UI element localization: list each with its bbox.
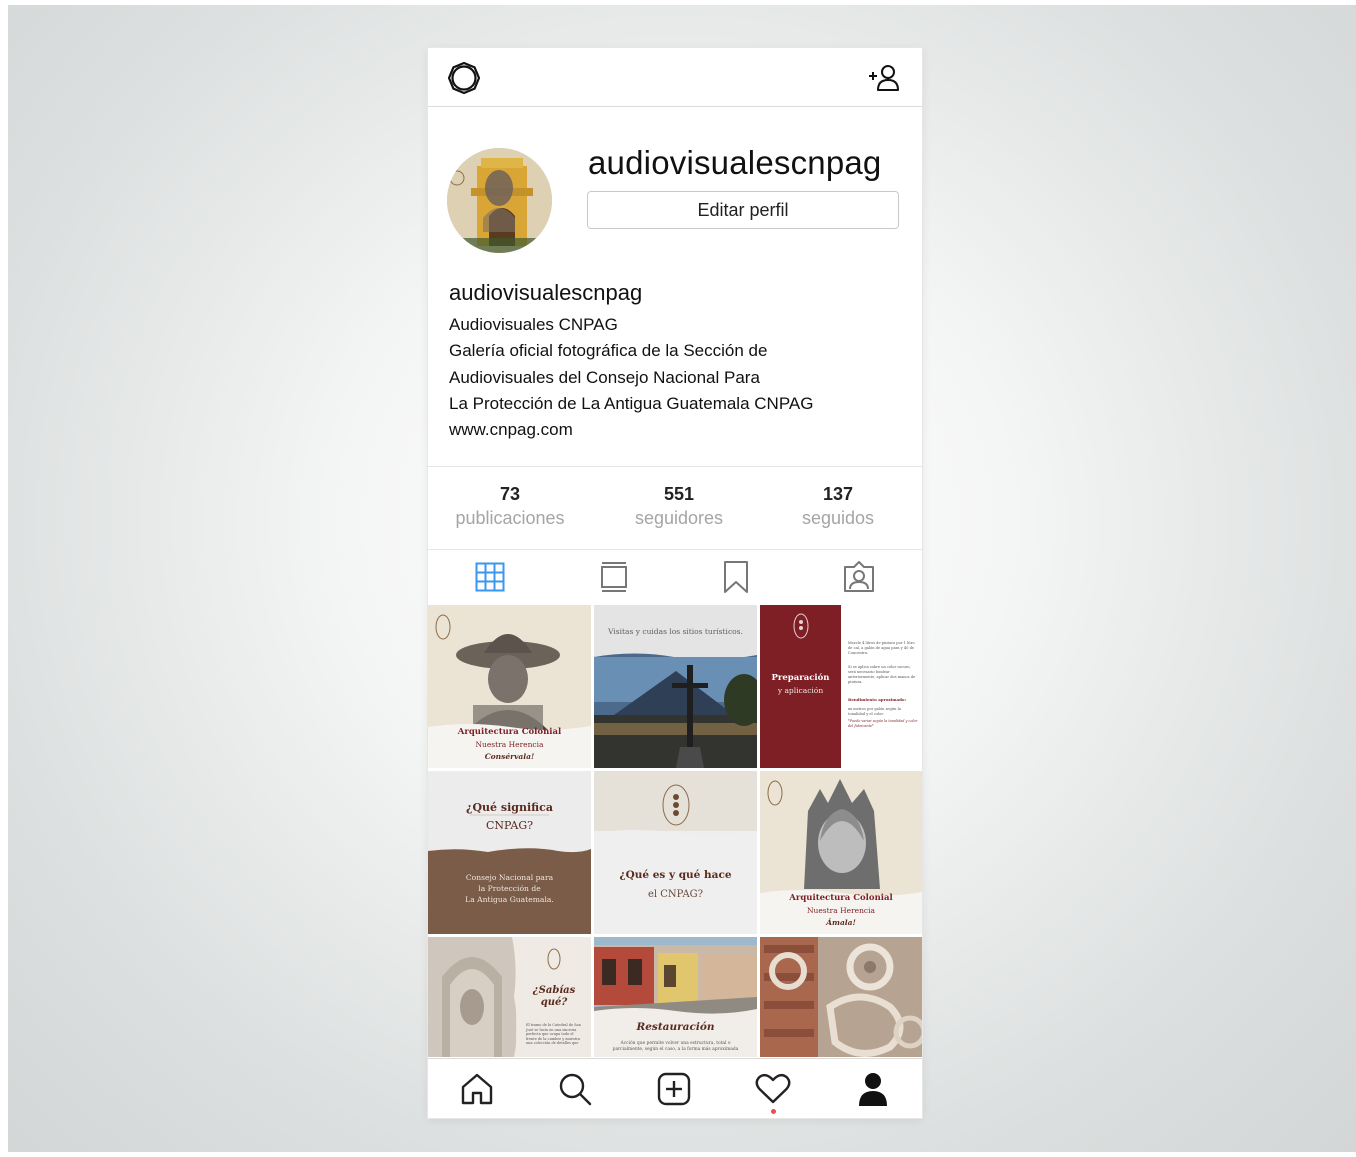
post-body-line: Consejo Nacional para	[465, 873, 554, 882]
post-title: ¿Qué es y qué hace	[619, 869, 732, 881]
saved-icon[interactable]	[718, 559, 754, 595]
stat-following-count: 137	[822, 484, 854, 504]
phone-screen: audiovisualescnpag Editar perfil audiovi…	[428, 48, 922, 1118]
post-body: Consejo Nacional para la Protección de L…	[428, 872, 591, 905]
post-thumbnail[interactable]: Arquitectura Colonial Nuestra Herencia Á…	[760, 771, 922, 934]
bio-link[interactable]: www.cnpag.com	[449, 417, 813, 443]
post-body-line: la Protección de	[478, 884, 541, 893]
stat-following-label: seguidos	[801, 508, 875, 528]
post-thumbnail[interactable]: Preparación y aplicación Mezcle 4 litros…	[760, 605, 922, 768]
post-title: Arquitectura Colonial	[789, 893, 893, 903]
profile-icon[interactable]	[854, 1071, 892, 1107]
post-title: ¿Qué significa	[466, 801, 553, 814]
bio-line: La Protección de La Antigua Guatemala CN…	[449, 393, 814, 413]
post-title: Arquitectura Colonial	[457, 727, 562, 737]
home-icon[interactable]	[458, 1071, 496, 1107]
post-thumbnail[interactable]: Visitas y cuidas los sitios turísticos.	[594, 605, 757, 768]
post-yield-text: xx metros por galón según la tonalidad y…	[848, 707, 901, 716]
stat-following[interactable]: 137 seguidos	[778, 483, 898, 531]
post-bullet: Mezcle 4 litros de pintura por 1 litro d…	[848, 641, 915, 655]
post-bullet: Si se aplica sobre un color oscuro, será…	[848, 665, 916, 684]
bottom-nav	[428, 1058, 922, 1118]
bio-name: audiovisualescnpag	[449, 280, 643, 305]
post-title: Restauración	[636, 1021, 715, 1033]
post-tag: Ámala!	[826, 918, 856, 927]
post-subtitle: Nuestra Herencia	[475, 740, 544, 749]
post-subtitle: Nuestra Herencia	[806, 906, 876, 915]
post-note: *Puede variar según la tonalidad y color…	[848, 719, 918, 728]
bio-line: Audiovisuales del Consejo Nacional Para	[449, 367, 760, 387]
stat-followers-count: 551	[663, 484, 695, 504]
bio-line: Galería oficial fotográfica de la Secció…	[449, 341, 768, 361]
stats-row: 73 publicaciones 551 seguidores 137 segu…	[428, 466, 922, 550]
post-body: El tramo de la Catedral de San José se l…	[526, 1023, 581, 1046]
post-thumbnail[interactable]	[760, 937, 922, 1057]
profile-username: audiovisualescnpag	[588, 144, 882, 181]
grid-icon[interactable]	[472, 559, 508, 595]
add-user-icon[interactable]	[864, 62, 904, 94]
post-yield-title: Rendimiento aproximado:	[848, 697, 907, 702]
edit-profile-button[interactable]: Editar perfil	[587, 191, 899, 229]
post-body-line: La Antigua Guatemala.	[465, 895, 554, 904]
top-bar	[428, 48, 922, 107]
post-thumbnail[interactable]: ¿Qué significa CNPAG? Consejo Nacional p…	[428, 771, 591, 934]
post-subtitle: CNPAG?	[485, 819, 534, 832]
search-icon[interactable]	[556, 1071, 594, 1107]
feed-icon[interactable]	[596, 559, 632, 595]
settings-icon[interactable]	[446, 60, 482, 96]
post-thumbnail[interactable]: Arquitectura Colonial Nuestra Herencia C…	[428, 605, 591, 768]
post-thumbnail[interactable]: ¿Qué es y qué hace el CNPAG?	[594, 771, 757, 934]
post-title: Preparación	[771, 673, 830, 683]
stat-posts-label: publicaciones	[455, 508, 565, 528]
avatar[interactable]	[447, 148, 552, 253]
post-subtitle: y aplicación	[777, 686, 824, 695]
post-title: ¿Sabías qué?	[532, 985, 576, 1008]
post-body: Acción que permite volver una estructura…	[612, 1041, 739, 1052]
tagged-icon[interactable]	[841, 559, 877, 595]
bio: audiovisualescnpag Audiovisuales CNPAG G…	[449, 280, 813, 443]
stat-posts-count: 73	[499, 484, 521, 504]
post-thumbnail[interactable]: ¿Sabías qué? El tramo de la Catedral de …	[428, 937, 591, 1057]
post-caption: Visitas y cuidas los sitios turísticos.	[608, 627, 743, 636]
posts-grid: Arquitectura Colonial Nuestra Herencia C…	[428, 605, 922, 1057]
post-subtitle: el CNPAG?	[647, 889, 704, 900]
page-frame-left	[0, 0, 8, 1157]
stat-posts[interactable]: 73 publicaciones	[450, 483, 570, 531]
notification-dot	[771, 1109, 776, 1114]
add-post-icon[interactable]	[655, 1071, 693, 1107]
post-tag: Consérvala!	[484, 752, 535, 761]
stat-followers[interactable]: 551 seguidores	[619, 483, 739, 531]
profile-tabs	[428, 549, 922, 605]
post-thumbnail[interactable]: Restauración Acción que permite volver u…	[594, 937, 757, 1057]
page-frame-top	[0, 0, 1356, 5]
page-frame-bottom	[0, 1152, 1356, 1157]
heart-icon[interactable]	[754, 1071, 792, 1107]
stat-followers-label: seguidores	[634, 508, 724, 528]
bio-line: Audiovisuales CNPAG	[449, 315, 618, 334]
